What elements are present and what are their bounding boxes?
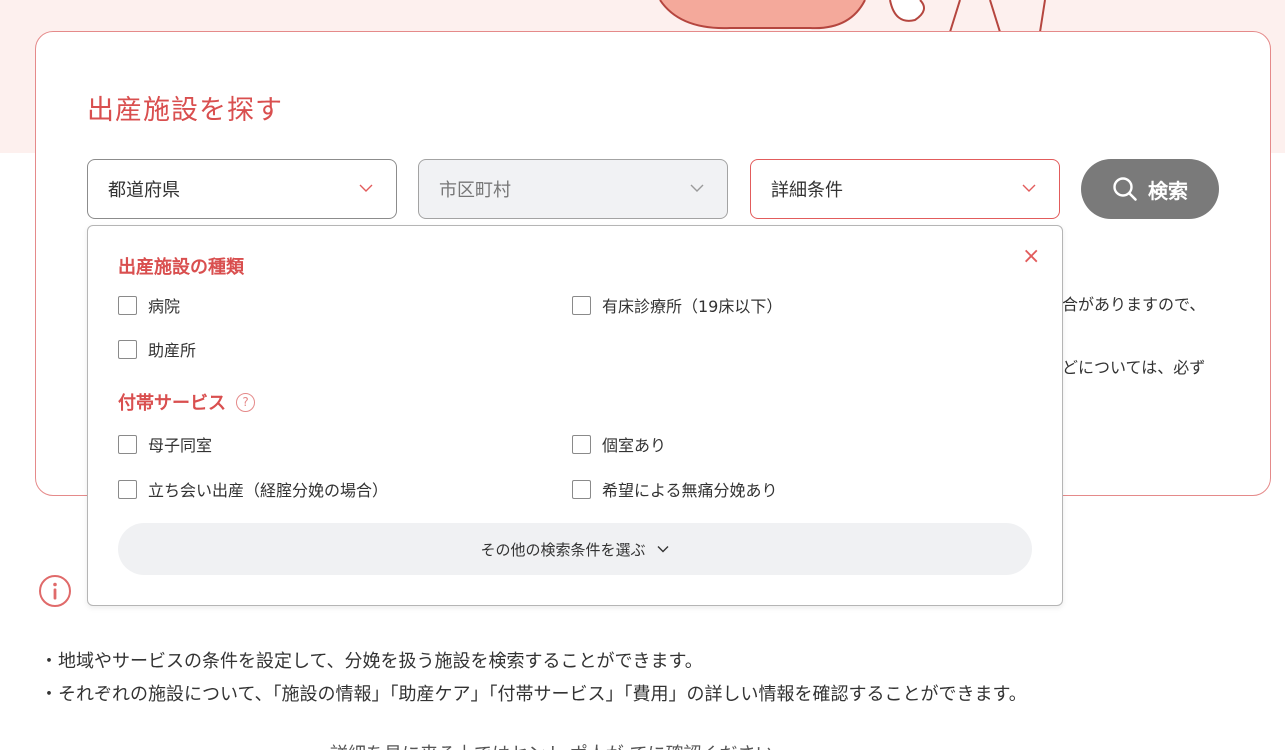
checkbox-midwifery-home[interactable]: 助産所 [118,337,196,361]
card-title: 出産施設を探す [87,95,283,126]
checkbox-clinic[interactable]: 有床診療所（19床以下） [572,293,782,317]
checkbox-hospital[interactable]: 病院 [118,293,180,317]
checkbox-label: 立ち会い出産（経腟分娩の場合） [148,481,389,500]
checkbox-box[interactable] [118,434,137,454]
services-heading: 付帯サービス ? [118,389,255,415]
notice-text-line: 合がありますので、 [1062,295,1206,314]
question-circle-icon[interactable]: ? [236,392,255,412]
checkbox-label: 希望による無痛分娩あり [602,481,778,500]
facility-type-title: 出産施設の種類 [118,257,244,278]
hero-illustration [659,0,1046,32]
checkbox-box[interactable] [118,339,137,359]
prefecture-select[interactable]: 都道府県 [87,159,397,219]
checkbox-box[interactable] [118,479,137,499]
search-icon [1113,177,1137,201]
prefecture-select-label: 都道府県 [108,180,180,201]
checkbox-box[interactable] [572,479,591,499]
facility-type-heading: 出産施設の種類 [118,253,244,279]
search-button[interactable]: 検索 [1081,159,1219,219]
checkbox-label: 個室あり [602,436,667,455]
close-icon[interactable]: × [1022,246,1040,268]
checkbox-label: 母子同室 [148,436,213,455]
checkbox-box[interactable] [118,295,137,315]
checkbox-label: 有床診療所（19床以下） [602,297,783,316]
checkbox-box[interactable] [572,434,591,454]
notice-text-line: どについては、必ず [1062,358,1206,377]
detail-select-label: 詳細条件 [771,180,843,201]
note-bullet: ・地域やサービスの条件を設定して、分娩を扱う施設を検索することができます。 [40,651,703,672]
chevron-down-icon [1022,184,1036,192]
chevron-down-icon [359,184,373,192]
note-bullet: ・それぞれの施設について、「施設の情報」「助産ケア」「付帯サービス」「費用」の詳… [40,684,1027,705]
checkbox-private-room[interactable]: 個室あり [572,432,666,456]
checkbox-label: 病院 [148,297,181,316]
search-button-label: 検索 [1148,178,1188,203]
note-cut-line: 詳細を見に来る上ではセント ポ人が てに確認ください [330,740,773,750]
checkbox-partner-attendance[interactable]: 立ち会い出産（経腟分娩の場合） [118,477,388,501]
checkbox-epidural[interactable]: 希望による無痛分娩あり [572,477,778,501]
checkbox-rooming-in[interactable]: 母子同室 [118,432,212,456]
detail-conditions-select[interactable]: 詳細条件 [750,159,1060,219]
more-conditions-label: その他の検索条件を選ぶ [480,540,646,559]
city-select[interactable]: 市区町村 [418,159,728,219]
chevron-down-icon [690,184,704,192]
city-select-label: 市区町村 [439,180,511,201]
services-title: 付帯サービス [118,393,226,414]
checkbox-box[interactable] [572,295,591,315]
chevron-down-icon [657,546,668,553]
more-conditions-button[interactable]: その他の検索条件を選ぶ [118,523,1032,575]
checkbox-label: 助産所 [148,341,197,360]
info-icon [39,575,71,607]
